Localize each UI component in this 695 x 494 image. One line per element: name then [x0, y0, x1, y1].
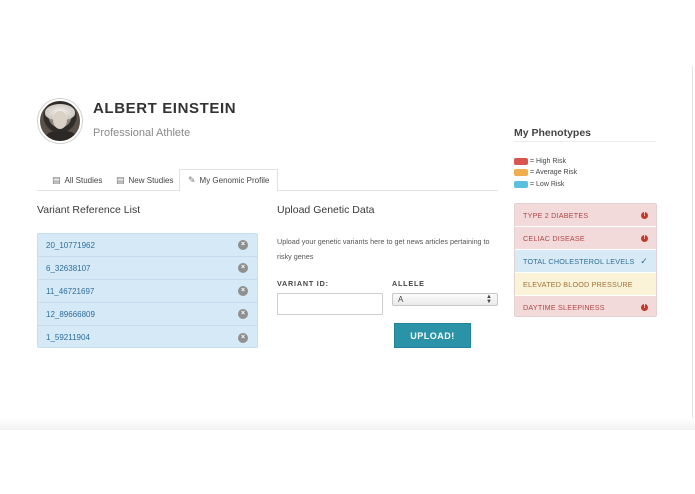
legend-average-risk: = Average Risk — [514, 169, 577, 176]
tab-new-studies[interactable]: ▤ New Studies — [116, 169, 173, 191]
profile-occupation: Professional Athlete — [93, 127, 191, 139]
tab-label: All Studies — [64, 175, 103, 185]
variant-id-input[interactable] — [277, 293, 383, 315]
select-arrows-icon: ▲ ▼ — [486, 293, 492, 305]
phenotype-label: ELEVATED BLOOD PRESSURE — [523, 279, 633, 289]
phenotype-item[interactable]: TOTAL CHOLESTEROL LEVELS ✓ — [515, 250, 656, 273]
check-icon: ✓ — [640, 255, 648, 266]
remove-icon[interactable]: × — [238, 309, 248, 319]
profile-tabs: ▤ All Studies ▤ New Studies ✎ My Genomic… — [37, 169, 498, 192]
alert-icon: ! — [641, 303, 648, 311]
allele-selected-value: A — [398, 295, 404, 304]
variant-row: 12_89666809 × — [38, 303, 257, 326]
profile-name: ALBERT EINSTEIN — [93, 100, 237, 117]
phenotypes-divider — [514, 141, 656, 142]
phenotype-list: TYPE 2 DIABETES ! CELIAC DISEASE ! TOTAL… — [514, 203, 657, 317]
phenotype-item[interactable]: ELEVATED BLOOD PRESSURE — [515, 273, 656, 296]
variant-link[interactable]: 1_59211904 — [46, 333, 90, 342]
variant-link[interactable]: 11_46721697 — [46, 287, 94, 296]
book-icon: ▤ — [52, 174, 61, 185]
legend-swatch — [514, 181, 528, 188]
phenotype-item[interactable]: TYPE 2 DIABETES ! — [515, 204, 656, 227]
alert-icon: ! — [641, 234, 648, 242]
phenotype-label: TOTAL CHOLESTEROL LEVELS — [523, 256, 635, 266]
phenotype-label: CELIAC DISEASE — [523, 233, 585, 243]
variant-link[interactable]: 20_10771962 — [46, 241, 95, 250]
phenotypes-title: My Phenotypes — [514, 127, 592, 139]
variant-row: 11_46721697 × — [38, 280, 257, 303]
legend-label: = High Risk — [530, 158, 566, 165]
legend-swatch — [514, 158, 528, 165]
tab-my-genomic-profile[interactable]: ✎ My Genomic Profile — [179, 169, 279, 192]
allele-select[interactable]: A ▲ ▼ — [392, 293, 498, 306]
page: ALBERT EINSTEIN Professional Athlete ▤ A… — [0, 0, 695, 494]
tab-label: My Genomic Profile — [199, 176, 270, 185]
phenotype-label: TYPE 2 DIABETES — [523, 210, 589, 220]
avatar-face — [53, 111, 67, 129]
book-icon: ▤ — [116, 174, 125, 185]
tab-all-studies[interactable]: ▤ All Studies — [52, 169, 102, 191]
variant-link[interactable]: 12_89666809 — [46, 310, 95, 319]
variant-list-title: Variant Reference List — [37, 204, 141, 216]
legend-high-risk: = High Risk — [514, 158, 566, 165]
avatar-suit — [46, 131, 76, 141]
phenotype-label: DAYTIME SLEEPINESS — [523, 302, 605, 312]
upload-button[interactable]: UPLOAD! — [394, 323, 471, 348]
legend-low-risk: = Low Risk — [514, 181, 564, 188]
remove-icon[interactable]: × — [238, 286, 248, 296]
remove-icon[interactable]: × — [238, 332, 248, 343]
variant-id-label: VARIANT ID: — [277, 279, 329, 288]
variant-link[interactable]: 6_32638107 — [46, 264, 91, 273]
legend-label: = Low Risk — [530, 181, 565, 188]
variant-row: 6_32638107 × — [38, 257, 257, 280]
remove-icon[interactable]: × — [238, 263, 248, 273]
legend-label: = Average Risk — [530, 169, 578, 176]
phenotype-item[interactable]: DAYTIME SLEEPINESS ! — [515, 296, 656, 316]
pencil-icon: ✎ — [188, 175, 196, 185]
upload-description: Upload your genetic variants here to get… — [277, 237, 490, 261]
tab-label: New Studies — [128, 175, 174, 185]
page-edge-divider — [692, 66, 693, 428]
variant-row: 1_59211904 × — [38, 326, 257, 349]
upload-title: Upload Genetic Data — [277, 204, 375, 216]
alert-icon: ! — [641, 211, 648, 219]
phenotype-item[interactable]: CELIAC DISEASE ! — [515, 227, 656, 250]
variant-list: 20_10771962 × 6_32638107 × 11_46721697 ×… — [37, 233, 258, 348]
variant-row: 20_10771962 × — [38, 234, 257, 257]
remove-icon[interactable]: × — [238, 240, 248, 250]
legend-swatch — [514, 169, 528, 176]
footer-shade — [0, 418, 695, 430]
allele-label: ALLELE — [392, 279, 425, 288]
avatar — [38, 99, 82, 143]
